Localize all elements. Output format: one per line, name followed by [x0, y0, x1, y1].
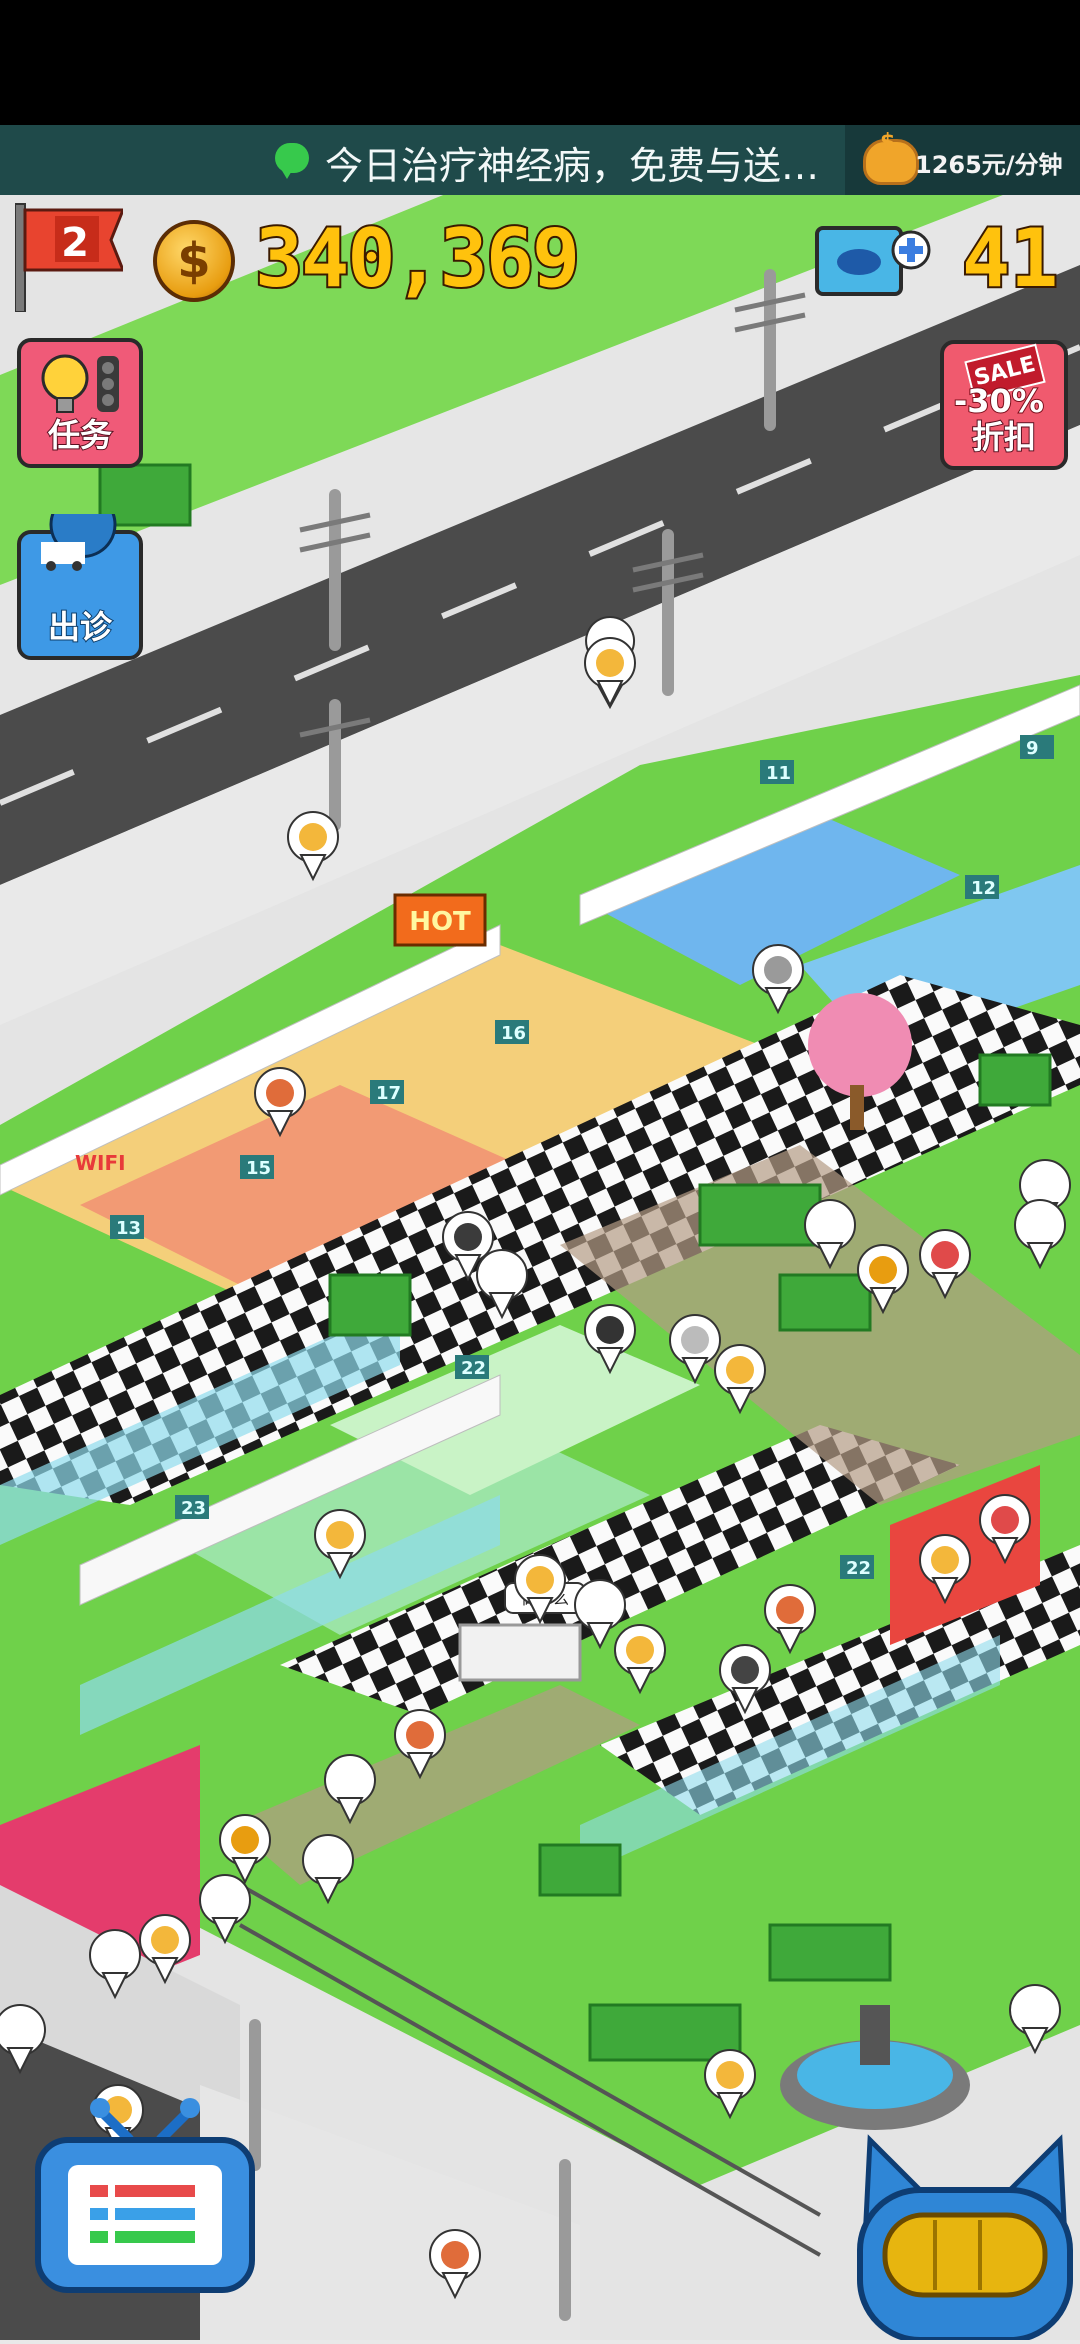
ambulance-pin-icon — [41, 514, 117, 571]
outcall-button[interactable]: 出诊 — [17, 514, 143, 660]
svg-text:23: 23 — [181, 1498, 206, 1519]
game-world[interactable]: HOT WIFI 11 12 13 9 15 16 17 22 23 22 — [0, 125, 1080, 2340]
svg-text:13: 13 — [116, 1218, 141, 1239]
wifi-sign-text: WIFI — [75, 1151, 126, 1175]
level-number: 2 — [61, 220, 89, 266]
svg-text:9: 9 — [1026, 738, 1039, 759]
discount-label: 折扣 — [971, 417, 1037, 457]
cat-capsule-button[interactable] — [850, 2120, 1080, 2343]
svg-text:15: 15 — [246, 1158, 271, 1179]
patient-count: 41 — [960, 210, 1060, 307]
flag-icon: 2 — [14, 203, 126, 313]
income-rate-panel[interactable]: $ 1265元/分钟 — [845, 125, 1080, 195]
svg-text:16: 16 — [501, 1023, 526, 1044]
hot-sign-text: HOT — [409, 907, 471, 937]
menu-robot-button[interactable] — [30, 2080, 260, 2310]
svg-text:22: 22 — [461, 1358, 486, 1379]
svg-text:11: 11 — [766, 763, 791, 784]
cherry-tree — [808, 993, 912, 1097]
tasks-button[interactable]: 任务 — [17, 338, 143, 468]
outcall-label: 出诊 — [47, 607, 113, 647]
coin-icon: $ — [153, 220, 235, 302]
piggy-bank-icon: $ — [863, 130, 919, 185]
income-rate: 1265元/分钟 — [915, 151, 1063, 179]
cat-capsule-icon — [857, 2134, 1073, 2343]
tasks-label: 任务 — [47, 415, 113, 455]
status-bar — [0, 0, 1080, 125]
ticker-message: 今日治疗神经病，免费与送… — [325, 144, 820, 188]
isometric-scene[interactable]: HOT WIFI 11 12 13 9 15 16 17 22 23 22 — [0, 125, 1080, 2340]
aquarium-plus-icon[interactable] — [815, 220, 933, 304]
svg-text:22: 22 — [846, 1558, 871, 1579]
svg-text:17: 17 — [376, 1083, 401, 1104]
coin-balance: 340,369 — [253, 210, 582, 307]
discount-button[interactable]: SALE -30% 折扣 — [940, 340, 1068, 470]
robot-tv-icon — [35, 2098, 255, 2293]
level-flag[interactable]: 2 — [14, 200, 126, 313]
chat-bubble-icon — [275, 143, 309, 179]
reception-desk — [458, 1623, 582, 1682]
svg-text:12: 12 — [971, 878, 996, 899]
